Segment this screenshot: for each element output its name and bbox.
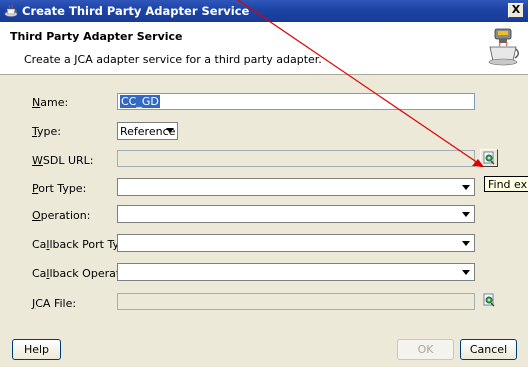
name-field[interactable]: CC_GD	[117, 93, 475, 110]
name-value: CC_GD	[120, 95, 160, 108]
adapter-wizard-icon	[488, 28, 519, 66]
jca-file-field[interactable]	[117, 293, 475, 310]
find-existing-wsdl-icon	[483, 151, 495, 165]
close-icon: X	[511, 3, 521, 16]
chevron-down-icon	[462, 241, 470, 246]
chevron-down-icon	[462, 270, 470, 275]
port-type-label: Port Type:	[32, 182, 87, 195]
type-label: Type:	[32, 125, 61, 138]
dialog-window: Create Third Party Adapter Service X Thi…	[0, 0, 528, 367]
chevron-down-icon	[462, 185, 470, 190]
window-title: Create Third Party Adapter Service	[22, 4, 250, 18]
type-select[interactable]: Reference	[117, 122, 178, 140]
port-type-select[interactable]	[117, 178, 475, 196]
jca-file-label: JCA File:	[32, 297, 77, 310]
ok-button[interactable]: OK	[397, 339, 454, 360]
find-jca-file-button[interactable]	[481, 292, 499, 310]
callback-port-type-select[interactable]	[117, 234, 475, 252]
chevron-down-icon	[462, 212, 470, 217]
callback-operation-select[interactable]	[117, 263, 475, 281]
find-existing-tooltip: Find exist	[484, 176, 528, 192]
wsdl-url-label: WSDL URL:	[32, 154, 94, 167]
name-label: Name:	[32, 96, 69, 109]
find-jca-file-icon	[483, 293, 495, 307]
cancel-button[interactable]: Cancel	[460, 339, 517, 360]
close-button[interactable]: X	[508, 3, 524, 18]
operation-label: Operation:	[32, 209, 91, 222]
wizard-header: Third Party Adapter Service Create a JCA…	[0, 22, 528, 75]
coffee-cup-icon	[4, 4, 18, 17]
chevron-down-icon	[166, 128, 174, 133]
wsdl-url-field[interactable]	[117, 150, 475, 167]
title-bar[interactable]: Create Third Party Adapter Service X	[0, 0, 528, 22]
operation-select[interactable]	[117, 205, 475, 223]
help-button[interactable]: Help	[12, 339, 61, 360]
header-subtitle: Create a JCA adapter service for a third…	[24, 53, 322, 66]
header-title: Third Party Adapter Service	[10, 30, 183, 43]
find-wsdl-button[interactable]	[480, 149, 498, 167]
